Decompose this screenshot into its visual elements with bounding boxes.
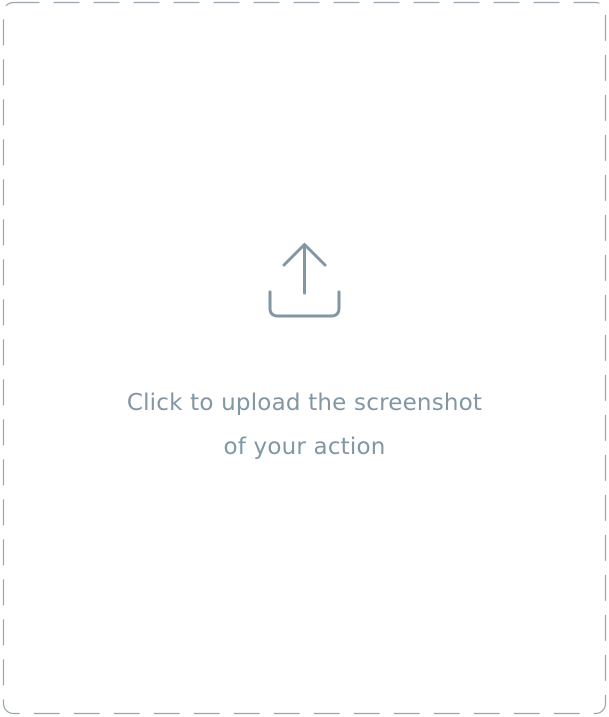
dashed-border: [2, 1, 607, 715]
upload-dropzone[interactable]: Click to upload the screenshot of your a…: [0, 0, 609, 717]
upload-instruction-line1: Click to upload the screenshot: [126, 390, 483, 416]
upload-instruction-line2: of your action: [223, 434, 386, 460]
upload-icon: [268, 243, 341, 318]
